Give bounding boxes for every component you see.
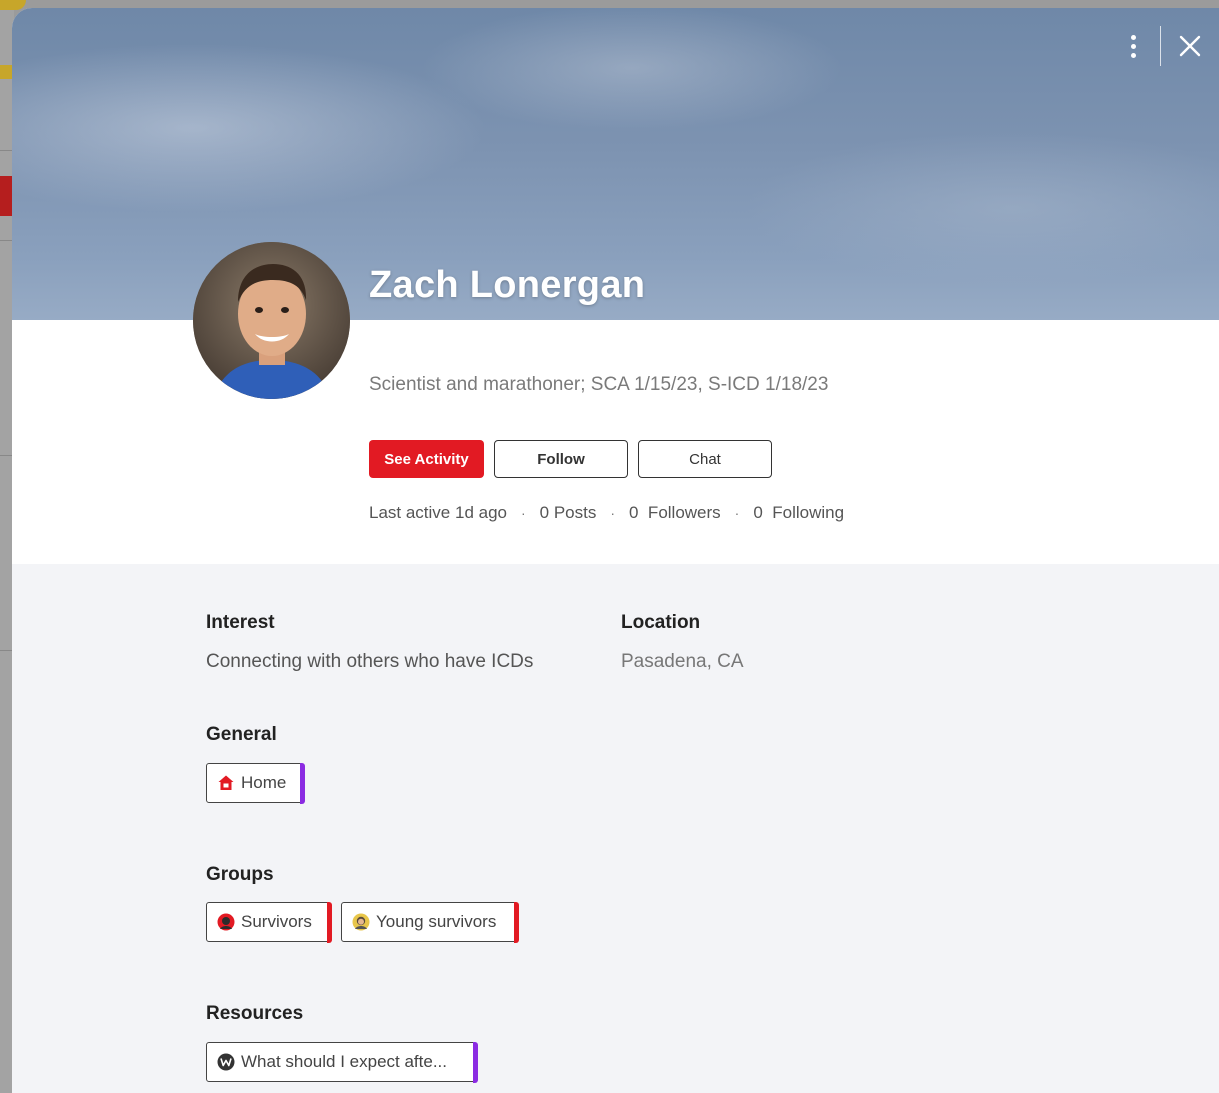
- chip-accent: [299, 762, 305, 804]
- divider: [0, 150, 12, 151]
- avatar: [193, 242, 350, 399]
- general-label: General: [206, 724, 277, 745]
- divider: [0, 240, 12, 241]
- group-chip-survivors[interactable]: Survivors: [206, 901, 332, 943]
- home-icon: [217, 774, 235, 792]
- location-value: Pasadena, CA: [621, 651, 744, 672]
- background-accent: [0, 176, 12, 216]
- survivors-group-icon: [217, 913, 235, 931]
- modal-actions: [1118, 26, 1205, 66]
- interest-value: Connecting with others who have ICDs: [206, 651, 534, 672]
- resource-chip[interactable]: What should I expect afte...: [206, 1041, 478, 1083]
- profile-name: Zach Lonergan: [369, 264, 646, 306]
- young-survivors-group-icon: [352, 913, 370, 931]
- follow-button[interactable]: Follow: [494, 440, 628, 478]
- see-activity-button[interactable]: See Activity: [369, 440, 484, 478]
- interest-label: Interest: [206, 612, 275, 633]
- divider: [1160, 26, 1161, 66]
- close-icon[interactable]: [1175, 31, 1205, 61]
- separator: ·: [610, 505, 616, 521]
- last-active: Last active 1d ago: [369, 503, 507, 522]
- chip-label: Young survivors: [376, 912, 497, 931]
- separator: ·: [520, 505, 526, 521]
- general-chip-home[interactable]: Home: [206, 762, 305, 804]
- chip-label: Home: [241, 773, 287, 792]
- w-icon: [217, 1053, 235, 1071]
- resources-label: Resources: [206, 1003, 304, 1024]
- separator: ·: [734, 505, 740, 521]
- following-count[interactable]: 0 Following: [753, 503, 844, 523]
- location-label: Location: [621, 612, 701, 633]
- followers-count[interactable]: 0 Followers: [629, 503, 721, 523]
- group-chip-young-survivors[interactable]: Young survivors: [341, 901, 519, 943]
- profile-modal: Zach Lonergan Scientist and marathoner; …: [12, 8, 1219, 1093]
- profile-bio: Scientist and marathoner; SCA 1/15/23, S…: [369, 374, 829, 395]
- more-options-icon[interactable]: [1118, 31, 1148, 61]
- posts-count[interactable]: 0 Posts: [540, 503, 597, 523]
- profile-stats: Last active 1d ago · 0 Posts · 0 Followe…: [369, 503, 844, 523]
- chip-accent: [472, 1041, 478, 1083]
- chip-label: What should I expect afte...: [241, 1052, 448, 1071]
- chip-accent: [326, 901, 332, 943]
- groups-label: Groups: [206, 864, 274, 885]
- divider: [0, 650, 12, 651]
- background-accent: [0, 65, 12, 79]
- chat-button[interactable]: Chat: [638, 440, 772, 478]
- divider: [0, 455, 12, 456]
- chip-accent: [513, 901, 519, 943]
- chip-label: Survivors: [241, 912, 312, 931]
